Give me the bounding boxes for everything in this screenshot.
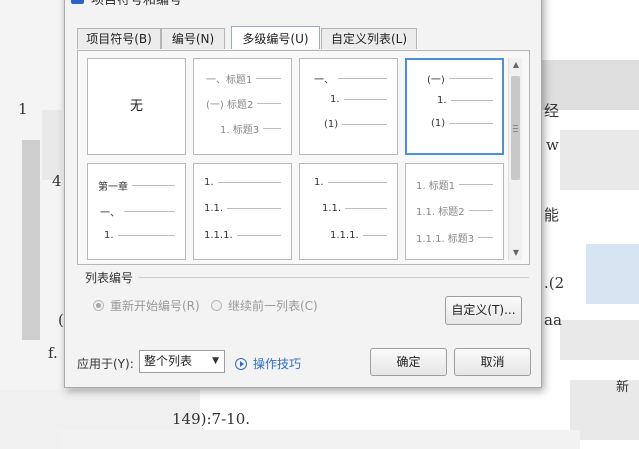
radio-dot-icon: [93, 300, 104, 311]
gallery-item-selected[interactable]: (一) 1. (1): [405, 58, 504, 155]
bullets-numbering-dialog: W 项目符号和编号 项目符号(B) 编号(N) 多级编号(U) 自定义列表(L)…: [64, 0, 542, 388]
gallery-item[interactable]: 1. 1.1. 1.1.1.: [299, 163, 398, 260]
tab-custom-list[interactable]: 自定义列表(L): [321, 28, 417, 49]
radio-dot-icon: [211, 300, 222, 311]
level-1-label: 一、: [314, 75, 334, 86]
doc-text: w: [546, 136, 559, 154]
level-1-label: 1.: [204, 177, 214, 188]
apply-to-value: 整个列表: [144, 354, 193, 368]
restart-numbering-label: 重新开始编号(R): [110, 299, 200, 313]
doc-text: (: [58, 311, 64, 329]
restart-numbering-radio[interactable]: 重新开始编号(R): [93, 297, 200, 314]
gallery-item[interactable]: 一、标题1 (一) 标题2 1. 标题3: [193, 58, 292, 155]
level-2-label: 1.: [330, 94, 340, 105]
doc-text: 4: [52, 172, 62, 190]
scroll-up-arrow-icon[interactable]: ▲: [509, 58, 523, 72]
multilevel-panel: 无 一、标题1 (一) 标题2 1. 标题3 一、 1. (1) (一) 1. …: [77, 50, 530, 265]
list-numbering-label: 列表编号: [85, 271, 134, 285]
level-1-label: 1.: [314, 177, 324, 188]
gallery-item[interactable]: 一、 1. (1): [299, 58, 398, 155]
doc-text: 能: [544, 206, 560, 224]
level-1-label: 1. 标题1: [416, 181, 456, 192]
level-1-label: 一、标题1: [206, 75, 253, 86]
level-3-label: 1.1.1.: [330, 230, 359, 241]
group-divider: [139, 277, 529, 278]
level-3-label: 1. 标题3: [220, 125, 260, 136]
gallery-item[interactable]: 第一章 一、 1.: [87, 163, 186, 260]
level-3-label: (1): [324, 119, 339, 130]
level-3-label: 1.: [104, 230, 114, 241]
tab-multilevel[interactable]: 多级编号(U): [231, 26, 320, 49]
customize-button[interactable]: 自定义(T)...: [445, 296, 522, 325]
numbering-gallery: 无 一、标题1 (一) 标题2 1. 标题3 一、 1. (1) (一) 1. …: [87, 58, 505, 260]
level-3-label: 1.1.1.: [204, 230, 233, 241]
operation-tips-label: 操作技巧: [253, 357, 302, 371]
scrollbar-thumb[interactable]: [511, 76, 520, 180]
apply-to-label: 应用于(Y):: [77, 357, 134, 371]
doc-text: .(2: [544, 274, 565, 292]
tab-bullets[interactable]: 项目符号(B): [77, 28, 161, 49]
dialog-titlebar[interactable]: W 项目符号和编号: [65, 0, 541, 9]
level-1-label: (一): [427, 75, 445, 86]
level-2-label: 1.1. 标题2: [416, 207, 465, 218]
continue-list-radio[interactable]: 继续前一列表(C): [211, 297, 318, 314]
none-label: 无: [129, 99, 143, 114]
level-2-label: 1.: [437, 95, 447, 106]
level-2-label: (一) 标题2: [206, 100, 254, 111]
continue-list-label: 继续前一列表(C): [228, 299, 318, 313]
doc-text: 经: [544, 102, 560, 120]
level-3-label: 1.1.1. 标题3: [416, 234, 475, 245]
doc-text: aa: [544, 311, 562, 329]
cancel-button[interactable]: 取消: [454, 348, 531, 376]
gallery-item[interactable]: 1. 1.1. 1.1.1.: [193, 163, 292, 260]
play-circle-icon: [235, 357, 247, 370]
tab-numbering[interactable]: 编号(N): [161, 28, 225, 49]
chevron-down-icon: ▼: [212, 356, 219, 366]
doc-text: 1: [18, 100, 28, 118]
gallery-item[interactable]: 1. 标题1 1.1. 标题2 1.1.1. 标题3: [405, 163, 504, 260]
wps-writer-logo-icon: W: [71, 0, 84, 4]
ok-button[interactable]: 确定: [370, 348, 447, 376]
scroll-down-arrow-icon[interactable]: ▼: [509, 246, 523, 260]
gallery-item-none[interactable]: 无: [87, 58, 186, 155]
doc-text: f.: [48, 344, 58, 362]
doc-text: 新: [616, 380, 630, 395]
gallery-scrollbar[interactable]: ▲ ▼: [508, 58, 522, 260]
level-2-label: 1.1.: [204, 203, 224, 214]
level-1-label: 第一章: [98, 182, 128, 193]
operation-tips-link[interactable]: 操作技巧: [235, 355, 301, 372]
level-3-label: (1): [431, 118, 446, 129]
doc-text: 149):7-10.: [172, 410, 251, 428]
level-2-label: 1.1.: [322, 203, 342, 214]
dialog-title: 项目符号和编号: [91, 0, 183, 8]
level-2-label: 一、: [100, 208, 120, 219]
apply-to-select[interactable]: 整个列表 ▼: [139, 350, 225, 373]
